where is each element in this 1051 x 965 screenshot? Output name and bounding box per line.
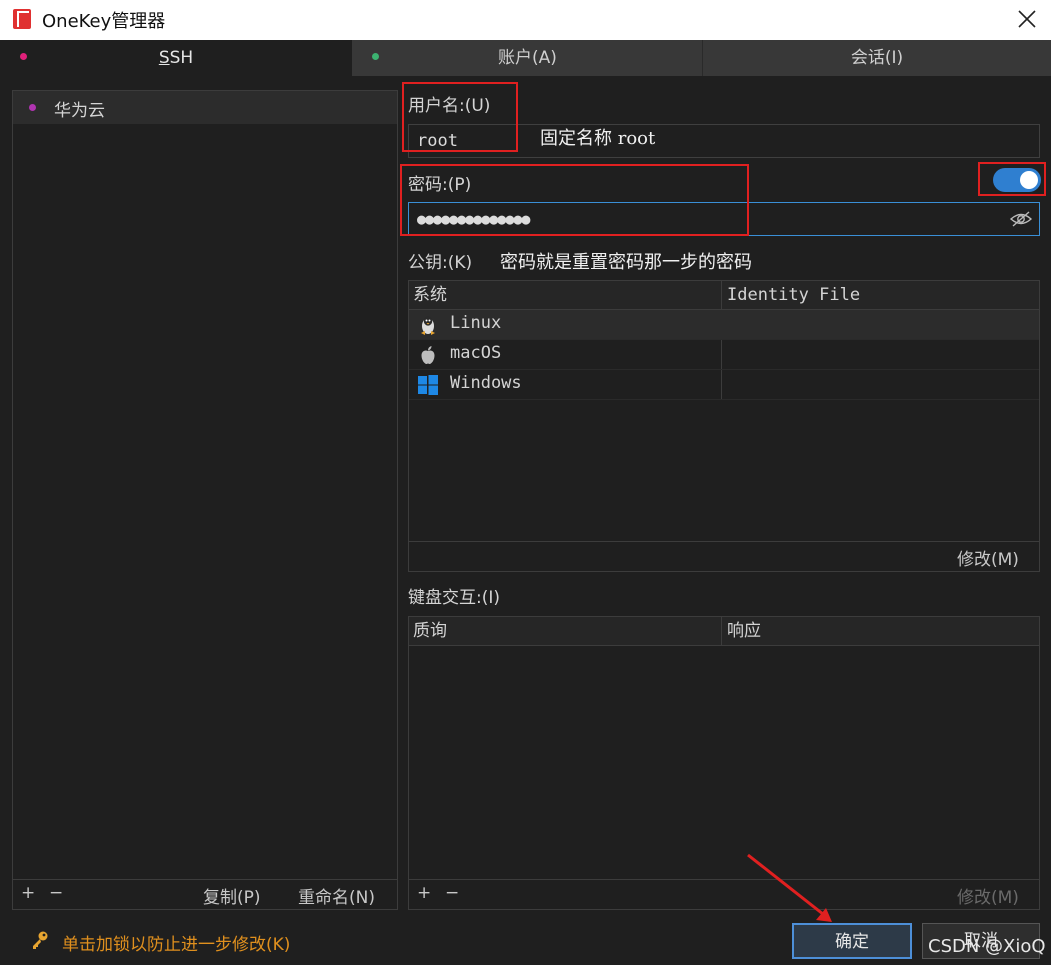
- tab-ssh[interactable]: SSH: [0, 40, 352, 76]
- pubkey-table: 系统 Identity File Linux macOS Windows 修改(…: [408, 280, 1040, 572]
- onekey-app-icon: [13, 9, 31, 29]
- annotation-box-username: [402, 82, 518, 152]
- rename-button[interactable]: 重命名(N): [298, 883, 375, 908]
- windows-icon: [418, 375, 438, 395]
- title-bar: OneKey管理器: [0, 0, 1051, 40]
- table-row[interactable]: Windows: [409, 370, 1039, 400]
- eye-slash-icon[interactable]: [1009, 209, 1033, 229]
- key-icon: [33, 931, 48, 949]
- tab-account[interactable]: 账户(A): [353, 40, 702, 76]
- connection-list-footer: + − 复制(P) 重命名(N): [13, 879, 397, 909]
- annotation-pubkey-note: 密码就是重置密码那一步的密码: [500, 252, 752, 273]
- column-header-identity-file: Identity File: [727, 285, 861, 305]
- column-divider: [721, 617, 722, 646]
- add-connection-button[interactable]: +: [21, 883, 35, 903]
- annotation-arrow: [747, 853, 832, 922]
- tab-ssh-label-rest: SH: [169, 48, 194, 68]
- table-header: 系统 Identity File: [409, 281, 1039, 310]
- pubkey-table-footer: 修改(M): [409, 541, 1039, 571]
- tab-bar: SSH 账户(A) 会话(I): [0, 40, 1051, 76]
- remove-challenge-button[interactable]: −: [445, 883, 459, 903]
- table-header: 质询 响应: [409, 617, 1039, 646]
- tab-account-status-dot: [372, 53, 379, 60]
- tab-account-label: 账户(A): [498, 48, 557, 68]
- apple-icon: [421, 346, 435, 364]
- os-name: Windows: [450, 373, 522, 393]
- status-dot: [29, 104, 36, 111]
- copy-button[interactable]: 复制(P): [203, 883, 261, 908]
- table-row[interactable]: Linux: [409, 310, 1039, 340]
- tab-session-label: 会话(I): [850, 48, 904, 68]
- column-header-os: 系统: [413, 285, 447, 305]
- keyboard-interactive-label: 键盘交互:(I): [408, 588, 501, 608]
- remove-connection-button[interactable]: −: [49, 883, 63, 903]
- tab-ssh-mnemonic: S: [158, 48, 170, 68]
- tab-ssh-status-dot: [20, 53, 27, 60]
- annotation-username-note: 固定名称 root: [540, 128, 656, 149]
- close-icon[interactable]: [1011, 5, 1041, 33]
- column-header-response: 响应: [727, 621, 761, 641]
- add-challenge-button[interactable]: +: [417, 883, 431, 903]
- list-item-label: 华为云: [54, 101, 105, 121]
- lock-hint-text: 单击加锁以防止进一步修改(K): [62, 935, 291, 955]
- list-item-huaweicloud[interactable]: 华为云: [13, 91, 397, 124]
- table-row[interactable]: macOS: [409, 340, 1039, 370]
- os-name: macOS: [450, 343, 502, 363]
- pubkey-label: 公钥:(K): [408, 253, 473, 273]
- edit-challenge-button[interactable]: 修改(M): [957, 883, 1019, 908]
- keyboard-interactive-table: 质询 响应 + − 修改(M): [408, 616, 1040, 910]
- keyboard-table-footer: + − 修改(M): [409, 879, 1039, 909]
- column-header-challenge: 质询: [413, 621, 447, 641]
- window-title: OneKey管理器: [42, 11, 166, 32]
- annotation-box-password: [400, 164, 749, 236]
- tab-session[interactable]: 会话(I): [703, 40, 1051, 76]
- watermark: CSDN @XioQ: [928, 936, 1046, 957]
- connection-list-panel: 华为云 + − 复制(P) 重命名(N): [12, 90, 398, 910]
- edit-identity-button[interactable]: 修改(M): [957, 545, 1019, 570]
- linux-icon: [421, 316, 435, 335]
- os-name: Linux: [450, 313, 502, 333]
- annotation-box-toggle: [978, 162, 1046, 196]
